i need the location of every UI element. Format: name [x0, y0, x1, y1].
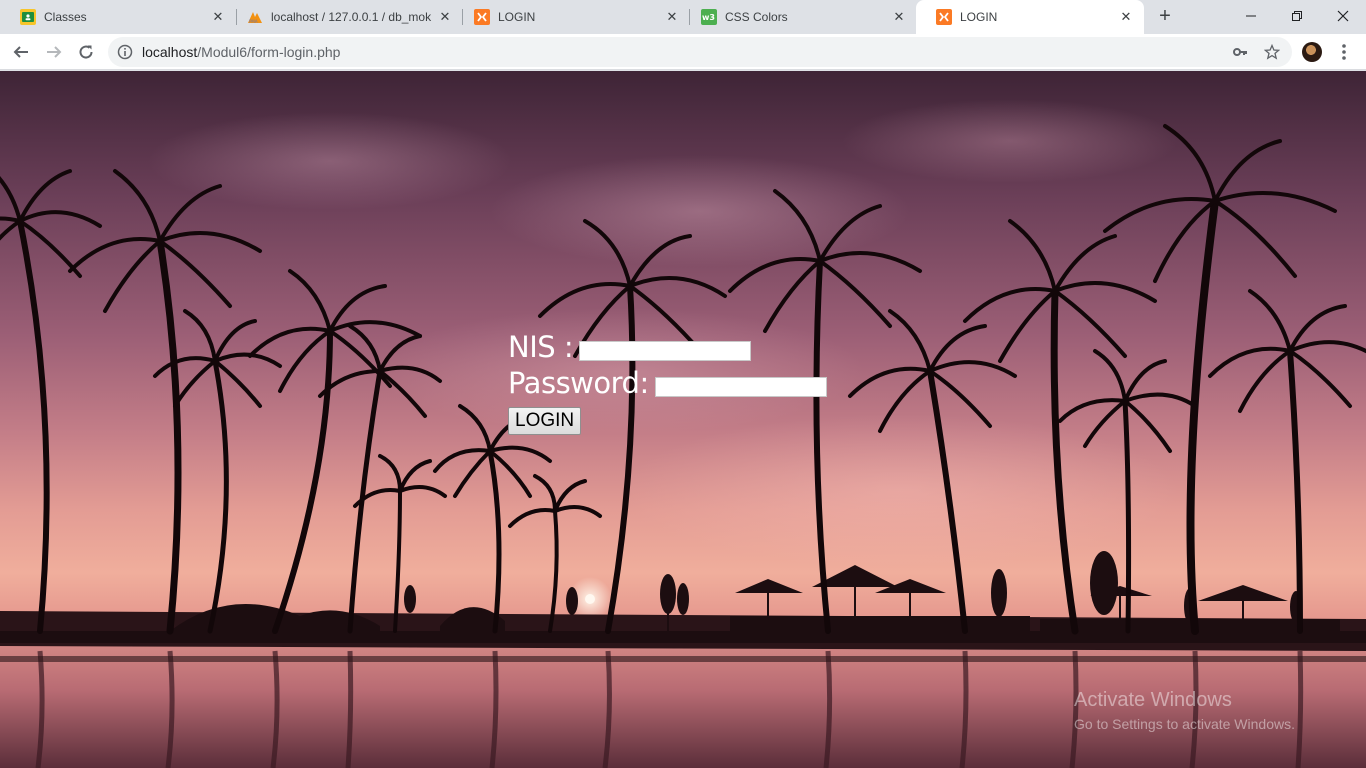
url-path: /Modul6/form-login.php	[197, 44, 341, 60]
reload-button[interactable]	[72, 38, 100, 66]
tab-title: Classes	[44, 10, 87, 24]
new-tab-button[interactable]: +	[1153, 5, 1177, 29]
tab-phpmyadmin[interactable]: PMA localhost / 127.0.0.1 / db_mok ✕	[227, 0, 463, 34]
tab-title: LOGIN	[960, 10, 998, 24]
password-label: Password:	[508, 366, 649, 400]
close-tab-icon[interactable]: ✕	[664, 9, 680, 25]
minimize-button[interactable]	[1228, 0, 1274, 32]
watermark-title: Activate Windows	[1074, 689, 1232, 711]
close-tab-icon[interactable]: ✕	[1118, 9, 1134, 25]
nis-row: NIS :	[508, 329, 827, 365]
password-input[interactable]	[654, 377, 827, 397]
phpmyadmin-icon: PMA	[247, 9, 263, 25]
watermark-subtitle: Go to Settings to activate Windows.	[1074, 716, 1295, 732]
tab-login-active[interactable]: LOGIN ✕	[916, 0, 1144, 34]
browser-toolbar: localhost/Modul6/form-login.php	[0, 34, 1366, 70]
forward-arrow-icon	[47, 46, 62, 58]
bookmark-star-icon[interactable]	[1264, 44, 1280, 60]
tab-title: CSS Colors	[725, 10, 788, 24]
site-info-icon[interactable]	[117, 44, 133, 60]
login-button[interactable]: LOGIN	[508, 407, 582, 435]
login-form: NIS : Password: LOGIN	[508, 329, 827, 435]
tab-login-1[interactable]: LOGIN ✕	[454, 0, 690, 34]
close-tab-icon[interactable]: ✕	[210, 9, 226, 25]
close-tab-icon[interactable]: ✕	[437, 9, 453, 25]
close-window-button[interactable]	[1320, 0, 1366, 32]
reload-icon	[79, 45, 93, 59]
nis-input[interactable]	[579, 341, 752, 361]
password-row: Password:	[508, 365, 827, 401]
tab-css-colors[interactable]: w3 CSS Colors ✕	[681, 0, 917, 34]
profile-avatar[interactable]	[1302, 42, 1322, 62]
xampp-icon	[474, 9, 490, 25]
restore-icon	[1292, 11, 1302, 21]
tab-strip: Classes ✕ PMA localhost / 127.0.0.1 / db…	[0, 0, 1366, 34]
url-text: localhost/Modul6/form-login.php	[142, 44, 340, 60]
xampp-icon	[936, 9, 952, 25]
menu-kebab-icon[interactable]	[1336, 42, 1352, 62]
windows-activation-watermark: Activate Windows Go to Settings to activ…	[1074, 689, 1295, 732]
svg-text:PMA: PMA	[249, 19, 258, 24]
tab-classes[interactable]: Classes ✕	[0, 0, 236, 34]
close-icon	[1337, 10, 1349, 22]
tab-title: LOGIN	[498, 10, 536, 24]
w3schools-icon: w3	[701, 9, 717, 25]
address-bar[interactable]: localhost/Modul6/form-login.php	[108, 37, 1292, 67]
close-tab-icon[interactable]: ✕	[891, 9, 907, 25]
back-button[interactable]	[7, 38, 35, 66]
minimize-icon	[1246, 15, 1256, 17]
page-viewport: NIS : Password: LOGIN Activate Windows G…	[0, 71, 1366, 768]
tab-title: localhost / 127.0.0.1 / db_mok	[271, 10, 432, 24]
back-arrow-icon	[13, 46, 28, 58]
restore-button[interactable]	[1274, 0, 1320, 32]
google-classroom-icon	[20, 9, 36, 25]
url-host: localhost	[142, 44, 198, 60]
svg-text:w3: w3	[702, 13, 715, 22]
forward-button[interactable]	[40, 38, 68, 66]
key-icon[interactable]	[1232, 44, 1248, 60]
nis-label: NIS :	[508, 330, 574, 364]
